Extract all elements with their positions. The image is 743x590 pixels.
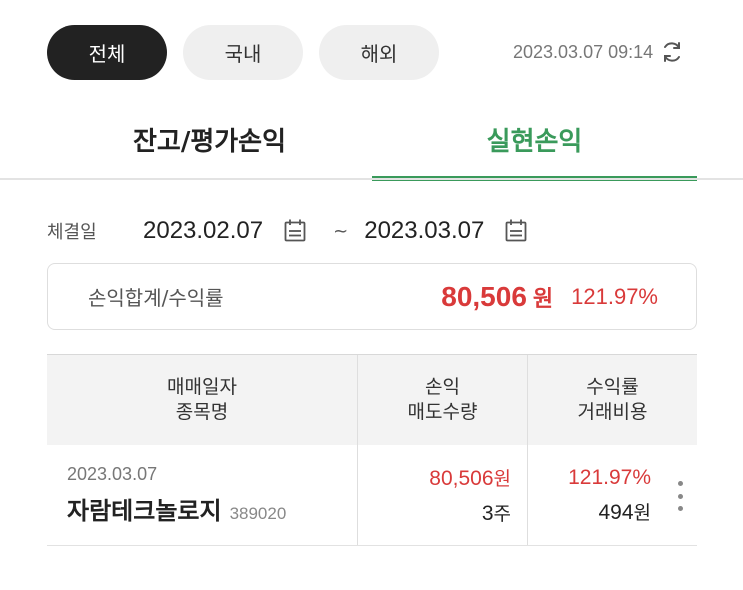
header-sell-qty: 매도수량 bbox=[407, 401, 478, 423]
filter-overseas-button[interactable]: 해외 bbox=[319, 25, 439, 80]
cell-date-name: 2023.03.07 자람테크놀로지 389020 bbox=[47, 445, 358, 545]
header-profit-qty: 손익 매도수량 bbox=[358, 355, 528, 445]
row-stock: 자람테크놀로지 389020 bbox=[67, 491, 357, 526]
header-rate: 수익률 bbox=[586, 376, 639, 399]
row-stock-code: 389020 bbox=[229, 504, 287, 523]
row-profit-value: 80,506 bbox=[429, 467, 494, 490]
row-stock-name: 자람테크놀로지 bbox=[67, 497, 222, 525]
summary-amount-unit: 원 bbox=[532, 286, 554, 312]
header-rate-cost: 수익률 거래비용 bbox=[528, 355, 697, 445]
tab-bar: 잔고/평가손익 실현손익 bbox=[47, 98, 697, 181]
last-updated: 2023.03.07 09:14 bbox=[513, 39, 685, 65]
end-date[interactable]: 2023.03.07 bbox=[364, 217, 484, 245]
header-stock-name: 종목명 bbox=[175, 401, 229, 423]
filter-all-button[interactable]: 전체 bbox=[47, 25, 167, 80]
row-cost-value: 494 bbox=[598, 500, 634, 524]
tab-divider bbox=[0, 178, 743, 180]
row-cost: 494원 bbox=[598, 498, 651, 525]
table-body: 2023.03.07 자람테크놀로지 389020 80,506원 3주 121… bbox=[47, 445, 697, 546]
profit-summary: 손익합계/수익률 80,506 원 121.97% bbox=[47, 263, 697, 330]
row-profit-unit: 원 bbox=[493, 468, 511, 490]
row-trade-date: 2023.03.07 bbox=[67, 464, 158, 484]
market-filter: 전체 국내 해외 bbox=[47, 25, 439, 80]
summary-rate: 121.97% bbox=[571, 283, 658, 309]
timestamp-text: 2023.03.07 09:14 bbox=[513, 41, 654, 62]
header-trade-date: 매매일자 bbox=[167, 376, 237, 399]
more-vertical-icon[interactable] bbox=[675, 481, 685, 511]
summary-label: 손익합계/수익률 bbox=[88, 286, 224, 310]
date-range: 체결일 2023.02.07 ~ 2023.03.07 bbox=[47, 215, 528, 247]
header-cost: 거래비용 bbox=[577, 401, 648, 423]
date-range-label: 체결일 bbox=[47, 222, 97, 243]
summary-amount-value: 80,506 bbox=[441, 280, 527, 312]
row-qty-value: 3 bbox=[481, 502, 494, 525]
header-profit: 손익 bbox=[425, 376, 460, 399]
row-qty-unit: 주 bbox=[493, 503, 511, 525]
calendar-icon[interactable] bbox=[504, 218, 528, 244]
header-date-name: 매매일자 종목명 bbox=[47, 355, 358, 445]
row-cost-unit: 원 bbox=[633, 501, 651, 524]
filter-domestic-button[interactable]: 국내 bbox=[183, 25, 303, 80]
tab-realized[interactable]: 실현손익 bbox=[372, 98, 697, 181]
summary-amount: 80,506 원 bbox=[441, 281, 553, 313]
row-rate: 121.97% bbox=[568, 465, 651, 489]
cell-profit-qty: 80,506원 3주 bbox=[358, 445, 528, 545]
cell-rate-cost: 121.97% 494원 bbox=[528, 445, 697, 545]
realized-profit-table: 매매일자 종목명 손익 매도수량 수익률 거래비용 2023.03.07 자람테… bbox=[47, 354, 697, 546]
date-separator: ~ bbox=[333, 220, 349, 242]
start-date[interactable]: 2023.02.07 bbox=[143, 217, 263, 245]
row-qty: 3주 bbox=[482, 499, 511, 526]
table-header: 매매일자 종목명 손익 매도수량 수익률 거래비용 bbox=[47, 354, 697, 445]
table-row[interactable]: 2023.03.07 자람테크놀로지 389020 80,506원 3주 121… bbox=[47, 445, 697, 546]
refresh-icon[interactable] bbox=[659, 39, 685, 65]
tab-balance[interactable]: 잔고/평가손익 bbox=[47, 98, 372, 181]
calendar-icon[interactable] bbox=[283, 218, 307, 244]
row-profit: 80,506원 bbox=[429, 464, 511, 491]
